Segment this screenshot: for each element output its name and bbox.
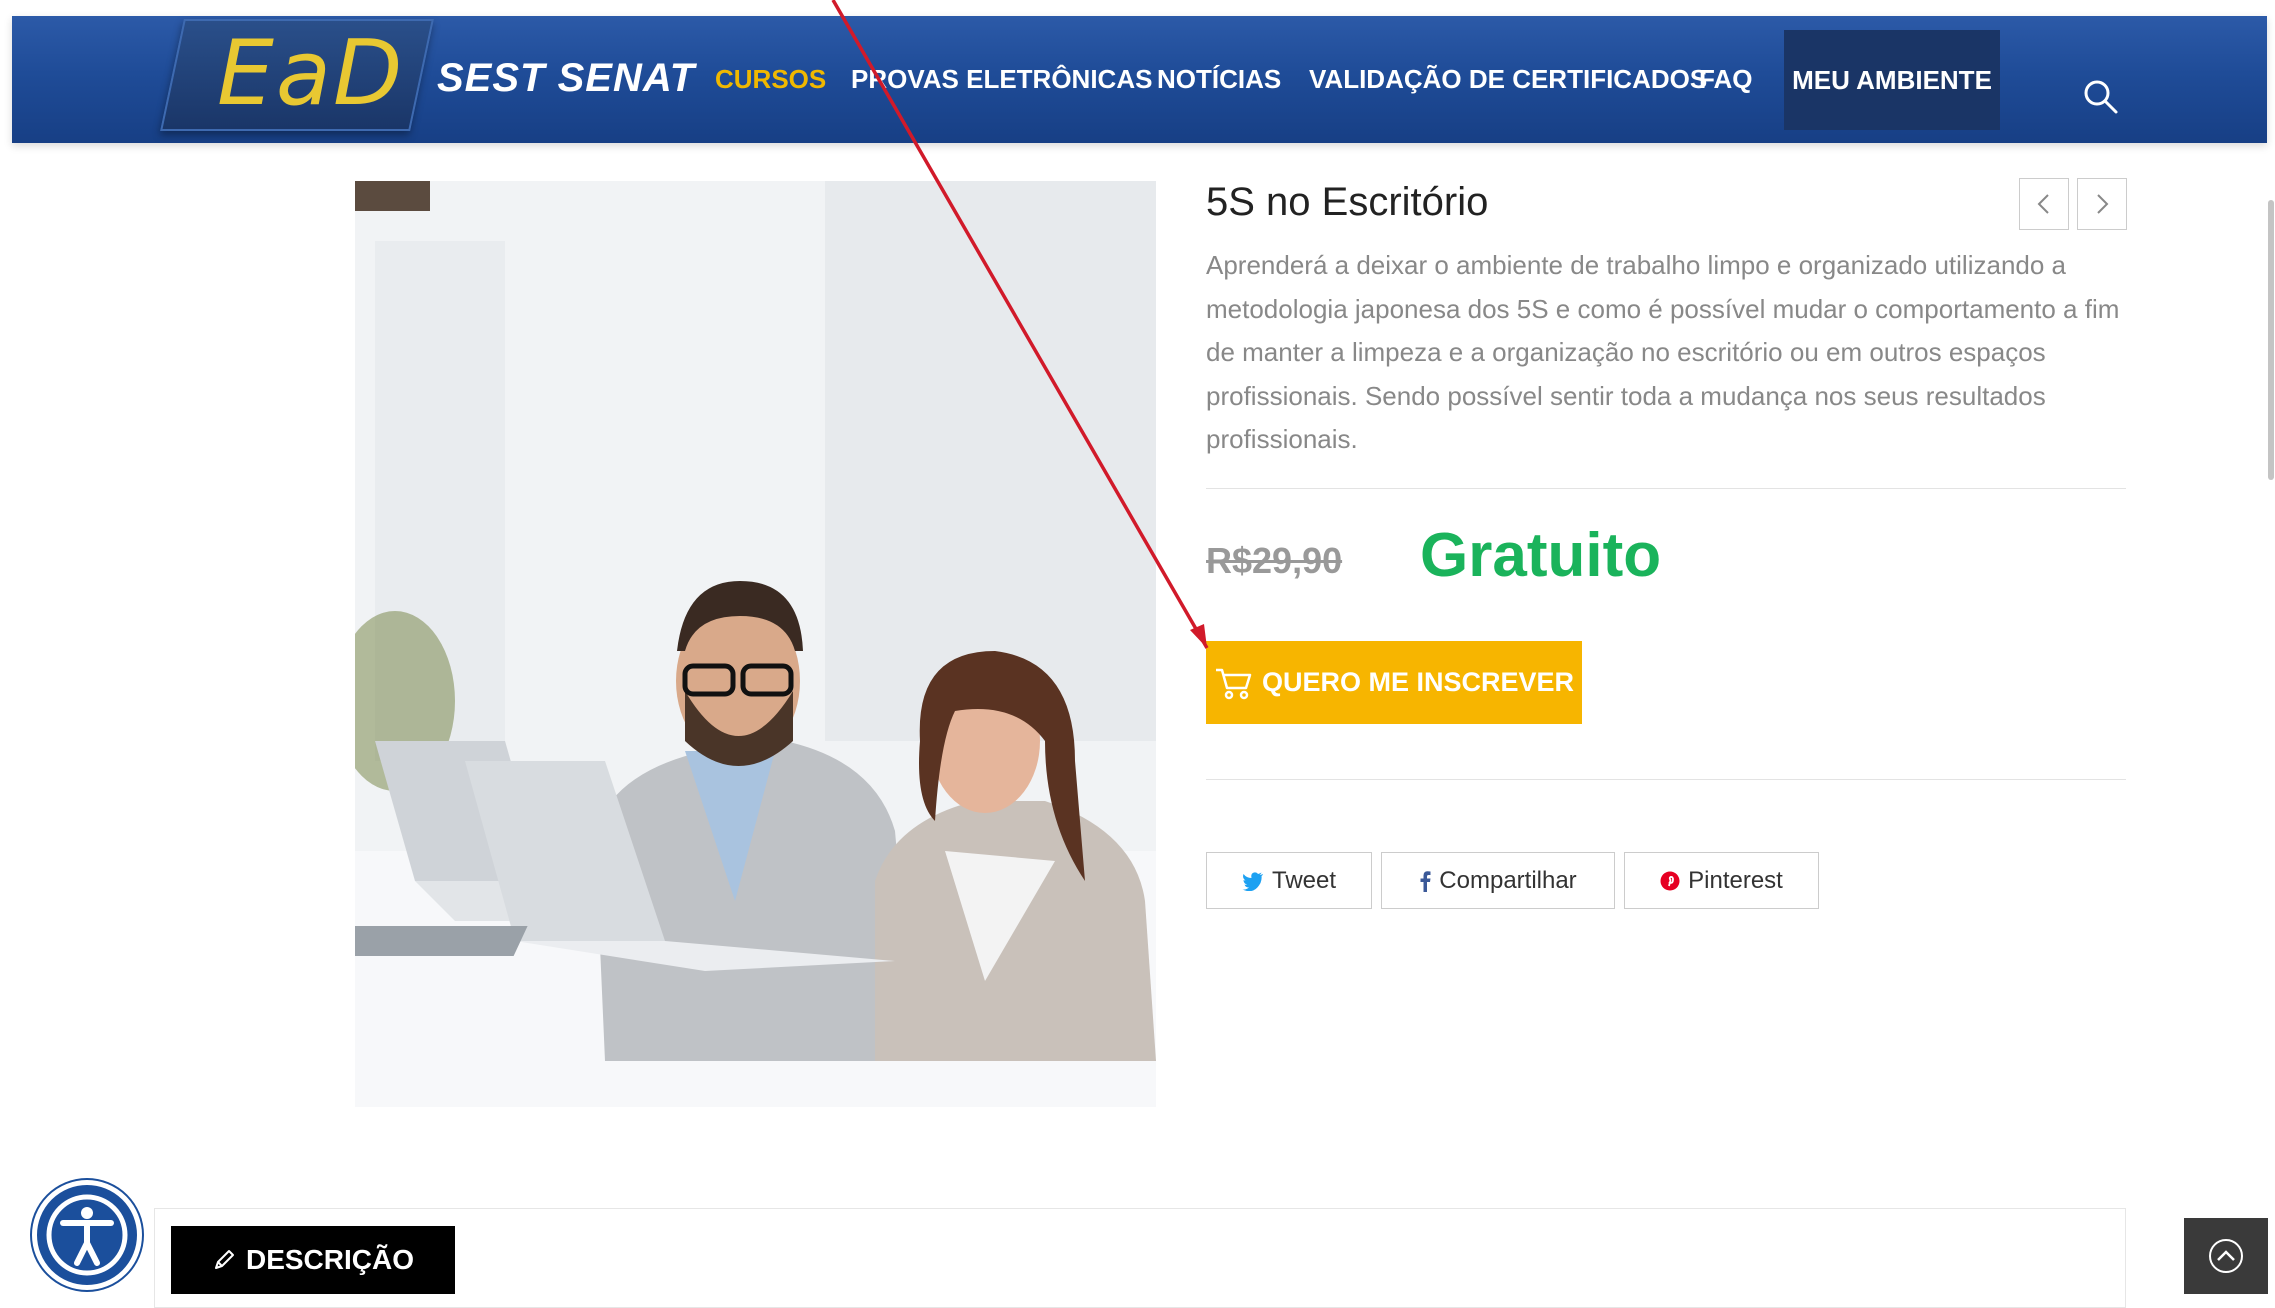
accessibility-icon — [46, 1194, 128, 1276]
facebook-label: Compartilhar — [1439, 866, 1577, 894]
next-product-button[interactable] — [2077, 178, 2127, 230]
nav-noticias[interactable]: NOTÍCIAS — [1157, 64, 1281, 95]
tweet-label: Tweet — [1271, 866, 1337, 894]
arrow-up-circle-icon — [2209, 1239, 2243, 1273]
product-image — [355, 181, 1156, 1107]
old-price: R$29,90 — [1206, 540, 1343, 581]
chevron-right-icon — [2097, 194, 2109, 214]
logo-ead[interactable]: EaD — [217, 24, 404, 124]
brand-name[interactable]: SEST SENAT — [437, 56, 695, 101]
subscribe-label: QUERO ME INSCREVER — [1261, 667, 1575, 697]
office-photo — [355, 181, 1156, 1107]
tweet-button[interactable]: Tweet — [1206, 852, 1372, 909]
site-header: EaD SEST SENAT CURSOS PROVAS ELETRÔNICAS… — [12, 16, 2267, 143]
divider — [1206, 779, 2126, 780]
pinterest-button[interactable]: Pinterest — [1624, 852, 1819, 909]
product-title: 5S no Escritório — [1206, 180, 1489, 224]
pinterest-icon — [1660, 871, 1680, 890]
nav-faq[interactable]: FAQ — [1699, 64, 1752, 95]
facebook-share-button[interactable]: Compartilhar — [1381, 852, 1615, 909]
product-description: Aprenderá a deixar o ambiente de trabalh… — [1206, 250, 2120, 454]
nav-meu-ambiente[interactable]: MEU AMBIENTE — [1784, 30, 2000, 130]
nav-validacao-certificados[interactable]: VALIDAÇÃO DE CERTIFICADOS — [1309, 64, 1707, 95]
facebook-icon — [1420, 870, 1431, 892]
prev-product-button[interactable] — [2019, 178, 2069, 230]
nav-cursos[interactable]: CURSOS — [715, 64, 826, 95]
tab-description[interactable]: DESCRIÇÃO — [171, 1226, 455, 1294]
tab-description-label: DESCRIÇÃO — [245, 1244, 414, 1275]
pinterest-label: Pinterest — [1688, 866, 1783, 894]
twitter-icon — [1242, 871, 1263, 891]
subscribe-button[interactable]: QUERO ME INSCREVER — [1206, 641, 1582, 724]
nav-provas-eletronicas[interactable]: PROVAS ELETRÔNICAS — [851, 64, 1152, 95]
pencil-icon — [214, 1250, 234, 1269]
chevron-left-icon — [2037, 194, 2049, 214]
search-icon[interactable] — [2082, 78, 2120, 116]
divider — [1206, 488, 2126, 489]
accessibility-button[interactable] — [32, 1180, 142, 1290]
back-to-top-button[interactable] — [2184, 1218, 2268, 1294]
page-scrollbar[interactable] — [2268, 200, 2274, 480]
current-price: Gratuito — [1420, 521, 1662, 590]
cart-icon — [1215, 668, 1252, 699]
